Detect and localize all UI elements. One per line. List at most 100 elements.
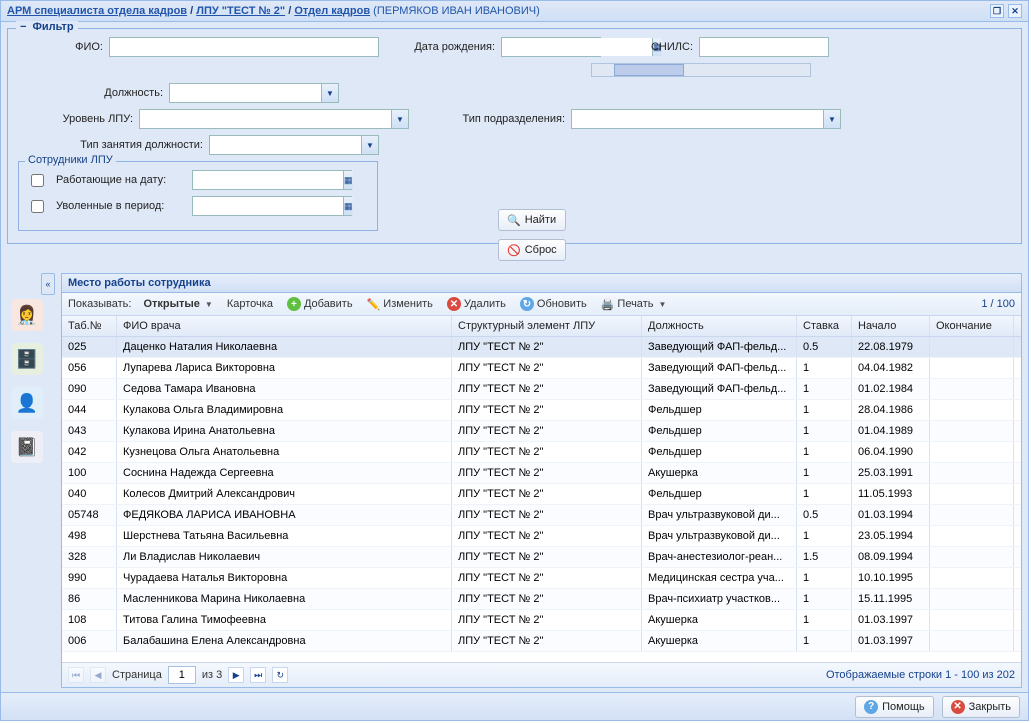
filter-fieldset: − Фильтр ФИО: Дата рождения: ▦ СНИЛС: До…: [7, 28, 1022, 244]
last-page-button[interactable]: ⏭: [250, 667, 266, 683]
refresh-button[interactable]: ↻ Обновить: [518, 296, 589, 312]
cell-lpu: ЛПУ "ТЕСТ № 2": [452, 358, 642, 378]
table-row[interactable]: 328Ли Владислав НиколаевичЛПУ "ТЕСТ № 2"…: [62, 547, 1021, 568]
chevron-down-icon[interactable]: ▼: [321, 84, 338, 102]
table-row[interactable]: 025Даценко Наталия НиколаевнаЛПУ "ТЕСТ №…: [62, 337, 1021, 358]
cell-start: 01.02.1984: [852, 379, 930, 399]
table-row[interactable]: 108Титова Галина ТимофеевнаЛПУ "ТЕСТ № 2…: [62, 610, 1021, 631]
print-button[interactable]: 🖨️ Печать▼: [599, 297, 669, 312]
cell-end: [930, 631, 1014, 651]
fired-in-period-checkbox[interactable]: [31, 200, 44, 213]
cell-job: Заведующий ФАП-фельд...: [642, 358, 797, 378]
add-button[interactable]: + Добавить: [285, 296, 355, 312]
col-lpu[interactable]: Структурный элемент ЛПУ: [452, 316, 642, 336]
person-icon[interactable]: 👩‍⚕️: [11, 299, 43, 331]
col-fio[interactable]: ФИО врача: [117, 316, 452, 336]
chevron-down-icon[interactable]: ▼: [823, 110, 840, 128]
lpu-level-combo[interactable]: ▼: [139, 109, 409, 129]
dept-type-combo[interactable]: ▼: [571, 109, 841, 129]
page-number-input[interactable]: [168, 666, 196, 684]
fio-input[interactable]: [109, 37, 379, 57]
grid-paging-toolbar: ⏮ ◀ Страница из 3 ▶ ⏭ ↻ Отображаемые стр…: [62, 662, 1021, 687]
cell-fio: Титова Галина Тимофеевна: [117, 610, 452, 630]
cell-start: 06.04.1990: [852, 442, 930, 462]
chevron-down-icon[interactable]: ▼: [391, 110, 408, 128]
reset-button[interactable]: 🚫 Сброс: [498, 239, 566, 261]
table-row[interactable]: 056Лупарева Лариса ВикторовнаЛПУ "ТЕСТ №…: [62, 358, 1021, 379]
grid-body[interactable]: 025Даценко Наталия НиколаевнаЛПУ "ТЕСТ №…: [62, 337, 1021, 662]
crumb-lpu[interactable]: ЛПУ "ТЕСТ № 2": [196, 5, 285, 17]
chevron-down-icon: ▼: [658, 300, 666, 309]
table-row[interactable]: 05748ФЕДЯКОВА ЛАРИСА ИВАНОВНАЛПУ "ТЕСТ №…: [62, 505, 1021, 526]
cell-start: 01.03.1997: [852, 631, 930, 651]
restore-icon[interactable]: ❐: [990, 4, 1004, 18]
cell-rate: 1: [797, 379, 852, 399]
cell-start: 08.09.1994: [852, 547, 930, 567]
card-button[interactable]: Карточка: [225, 297, 275, 311]
cell-rate: 0.5: [797, 337, 852, 357]
occupation-type-combo[interactable]: ▼: [209, 135, 379, 155]
user-search-icon[interactable]: 👤: [11, 387, 43, 419]
cell-tab: 040: [62, 484, 117, 504]
cell-rate: 1: [797, 610, 852, 630]
horizontal-scrollbar[interactable]: [591, 63, 811, 77]
table-row[interactable]: 042Кузнецова Ольга АнатольевнаЛПУ "ТЕСТ …: [62, 442, 1021, 463]
table-row[interactable]: 100Соснина Надежда СергеевнаЛПУ "ТЕСТ № …: [62, 463, 1021, 484]
col-tab[interactable]: Таб.№: [62, 316, 117, 336]
cell-fio: Балабашина Елена Александровна: [117, 631, 452, 651]
working-date-field[interactable]: ▦: [192, 170, 352, 190]
filter-collapse-toggle[interactable]: − Фильтр: [16, 21, 78, 33]
dob-field[interactable]: ▦: [501, 37, 601, 57]
working-on-date-checkbox[interactable]: [31, 174, 44, 187]
prev-page-button[interactable]: ◀: [90, 667, 106, 683]
table-row[interactable]: 006Балабашина Елена АлександровнаЛПУ "ТЕ…: [62, 631, 1021, 652]
table-row[interactable]: 044Кулакова Ольга ВладимировнаЛПУ "ТЕСТ …: [62, 400, 1021, 421]
printer-icon: 🖨️: [601, 298, 615, 311]
crumb-dept[interactable]: Отдел кадров: [294, 5, 370, 17]
cell-job: Фельдшер: [642, 400, 797, 420]
table-row[interactable]: 86Масленникова Марина НиколаевнаЛПУ "ТЕС…: [62, 589, 1021, 610]
calendar-icon[interactable]: ▦: [343, 197, 353, 215]
delete-button[interactable]: ✕ Удалить: [445, 296, 508, 312]
cell-end: [930, 589, 1014, 609]
cell-tab: 043: [62, 421, 117, 441]
dept-type-label: Тип подразделения:: [415, 113, 565, 125]
cell-job: Акушерка: [642, 610, 797, 630]
sidebar-collapse-button[interactable]: «: [41, 273, 55, 295]
close-button[interactable]: ✕ Закрыть: [942, 696, 1020, 718]
cell-end: [930, 442, 1014, 462]
first-page-button[interactable]: ⏮: [68, 667, 84, 683]
table-row[interactable]: 040Колесов Дмитрий АлександровичЛПУ "ТЕС…: [62, 484, 1021, 505]
scrollbar-thumb[interactable]: [614, 64, 684, 76]
table-row[interactable]: 043Кулакова Ирина АнатольевнаЛПУ "ТЕСТ №…: [62, 421, 1021, 442]
snils-input[interactable]: [699, 37, 829, 57]
cell-job: Врач-анестезиолог-реан...: [642, 547, 797, 567]
fired-date-field[interactable]: ▦: [192, 196, 352, 216]
edit-button[interactable]: ✏️ Изменить: [365, 297, 435, 312]
next-page-button[interactable]: ▶: [228, 667, 244, 683]
table-row[interactable]: 498Шерстнева Татьяна ВасильевнаЛПУ "ТЕСТ…: [62, 526, 1021, 547]
show-filter-dropdown[interactable]: Открытые▼: [141, 297, 214, 311]
col-job[interactable]: Должность: [642, 316, 797, 336]
database-icon[interactable]: 🗄️: [11, 343, 43, 375]
col-rate[interactable]: Ставка: [797, 316, 852, 336]
col-end[interactable]: Окончание: [930, 316, 1014, 336]
cell-fio: Чурадаева Наталья Викторовна: [117, 568, 452, 588]
post-combo[interactable]: ▼: [169, 83, 339, 103]
notebook-icon[interactable]: 📓: [11, 431, 43, 463]
table-row[interactable]: 990Чурадаева Наталья ВикторовнаЛПУ "ТЕСТ…: [62, 568, 1021, 589]
calendar-icon[interactable]: ▦: [343, 171, 353, 189]
cell-tab: 044: [62, 400, 117, 420]
help-button[interactable]: ? Помощь: [855, 696, 934, 718]
table-row[interactable]: 090Седова Тамара ИвановнаЛПУ "ТЕСТ № 2"З…: [62, 379, 1021, 400]
close-icon: ✕: [951, 700, 965, 714]
user-name: (ПЕРМЯКОВ ИВАН ИВАНОВИЧ): [373, 5, 540, 17]
close-icon[interactable]: ✕: [1008, 4, 1022, 18]
chevron-down-icon[interactable]: ▼: [361, 136, 378, 154]
find-button[interactable]: 🔍 Найти: [498, 209, 566, 231]
refresh-page-button[interactable]: ↻: [272, 667, 288, 683]
minus-icon: −: [20, 21, 26, 33]
crumb-arm[interactable]: АРМ специалиста отдела кадров: [7, 5, 187, 17]
main-window: АРМ специалиста отдела кадров / ЛПУ "ТЕС…: [0, 0, 1029, 721]
col-start[interactable]: Начало: [852, 316, 930, 336]
